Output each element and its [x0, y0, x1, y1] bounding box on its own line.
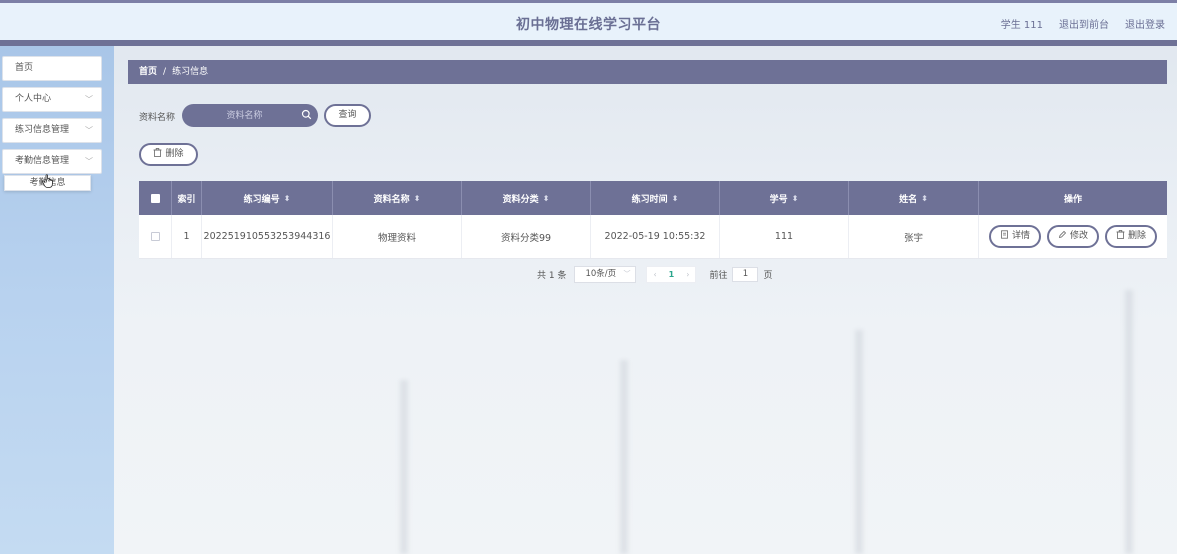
total-count: 共 1 条 [537, 270, 567, 281]
sort-icon: ⬍ [413, 193, 421, 203]
detail-button[interactable]: 详情 [988, 225, 1041, 248]
goto-page-input[interactable]: 1 [732, 266, 759, 282]
column-header-exercise-no[interactable]: 练习编号 ⬍ [202, 181, 333, 215]
trash-icon [1116, 230, 1125, 239]
search-icon[interactable] [301, 109, 312, 120]
cell-name: 张宇 [849, 215, 979, 258]
table-header: 索引 练习编号 ⬍ 资料名称 ⬍ 资料分类 ⬍ 练习时间 ⬍ 学号 ⬍ 姓名 ⬍ 操作 [139, 181, 1167, 215]
page-suffix: 页 [763, 270, 773, 281]
cell-actions: 详情 修改 删除 [979, 215, 1167, 258]
column-header-exercise-time[interactable]: 练习时间 ⬍ [591, 181, 720, 215]
sidebar-item-label: 个人中心 [15, 94, 52, 104]
sidebar-item-home[interactable]: 首页 [2, 56, 102, 81]
trash-icon [153, 148, 162, 157]
sidebar-item-attendance-management[interactable]: 考勤信息管理 ﹀ [2, 149, 102, 174]
column-header-material-category[interactable]: 资料分类 ⬍ [462, 181, 591, 215]
column-header-material-name[interactable]: 资料名称 ⬍ [333, 181, 462, 215]
cell-material-name: 物理资料 [333, 215, 462, 258]
chevron-down-icon: ﹀ [623, 269, 631, 278]
cell-material-category: 资料分类99 [462, 215, 591, 258]
batch-delete-button[interactable]: 删除 [139, 143, 198, 166]
sidebar-item-exercise-management[interactable]: 练习信息管理 ﹀ [2, 118, 102, 143]
chevron-down-icon: ﹀ [85, 157, 93, 166]
table-row: 1 202251910553253944316 物理资料 资料分类99 2022… [139, 215, 1167, 259]
checkbox-icon [150, 193, 160, 203]
pencil-icon [1058, 230, 1067, 239]
logout-link[interactable]: 退出登录 [1125, 16, 1165, 31]
header-divider [0, 40, 1177, 46]
cell-student-no: 111 [720, 215, 849, 258]
next-page-icon[interactable]: › [686, 270, 689, 279]
column-header-actions: 操作 [1063, 194, 1082, 205]
chevron-down-icon: ﹀ [85, 95, 93, 104]
pager-controls: ‹ 1 › [646, 265, 697, 283]
pagination: 共 1 条 10条/页 ﹀ ‹ 1 › 前往 1 页 [537, 265, 772, 283]
current-user: 学生 111 [1000, 20, 1043, 31]
exit-to-front-link[interactable]: 退出到前台 [1059, 16, 1109, 31]
cell-index: 1 [172, 215, 202, 258]
sidebar-item-label: 考勤信息管理 [15, 156, 70, 166]
search-input[interactable] [192, 107, 297, 124]
sidebar-item-label: 练习信息管理 [15, 125, 70, 135]
breadcrumb-separator: / [163, 67, 167, 77]
query-button[interactable]: 查询 [324, 104, 371, 127]
edit-button[interactable]: 修改 [1046, 225, 1099, 248]
header-actions: 学生 111 退出到前台 退出登录 [1001, 16, 1165, 31]
breadcrumb: 首页 / 练习信息 [128, 60, 1167, 84]
search-field [182, 104, 318, 127]
chevron-down-icon: ﹀ [85, 126, 93, 135]
sort-icon: ⬍ [283, 193, 291, 203]
page-number-current[interactable]: 1 [669, 270, 675, 279]
column-header-name[interactable]: 姓名 ⬍ [849, 181, 979, 215]
row-checkbox[interactable] [139, 215, 172, 258]
cell-exercise-time: 2022-05-19 10:55:32 [591, 215, 720, 258]
hand-cursor-icon [42, 174, 53, 188]
breadcrumb-current: 练习信息 [172, 67, 209, 77]
column-header-student-no[interactable]: 学号 ⬍ [720, 181, 849, 215]
sidebar-item-label: 首页 [15, 63, 34, 73]
select-all-checkbox[interactable] [139, 181, 172, 215]
goto-label: 前往 [709, 270, 728, 281]
column-header-index: 索引 [172, 181, 202, 215]
breadcrumb-home[interactable]: 首页 [139, 67, 157, 77]
checkbox-icon [150, 232, 160, 241]
background-decoration [1125, 290, 1133, 554]
delete-label: 删除 [165, 149, 184, 159]
sidebar-item-personal-center[interactable]: 个人中心 ﹀ [2, 87, 102, 112]
document-icon [1001, 230, 1008, 239]
cell-exercise-no: 202251910553253944316 [202, 215, 333, 258]
prev-page-icon[interactable]: ‹ [653, 270, 656, 279]
sort-icon: ⬍ [791, 193, 799, 203]
page-size-select[interactable]: 10条/页 ﹀ [574, 265, 637, 283]
sort-icon: ⬍ [921, 193, 928, 203]
sort-icon: ⬍ [542, 193, 550, 203]
app-header: 初中物理在线学习平台 学生 111 退出到前台 退出登录 [0, 3, 1177, 40]
row-delete-button[interactable]: 删除 [1105, 225, 1158, 248]
background-decoration [400, 380, 408, 554]
sort-icon: ⬍ [671, 193, 679, 203]
background-decoration [855, 330, 863, 554]
search-label: 资料名称 [139, 113, 176, 123]
background-decoration [620, 360, 628, 554]
